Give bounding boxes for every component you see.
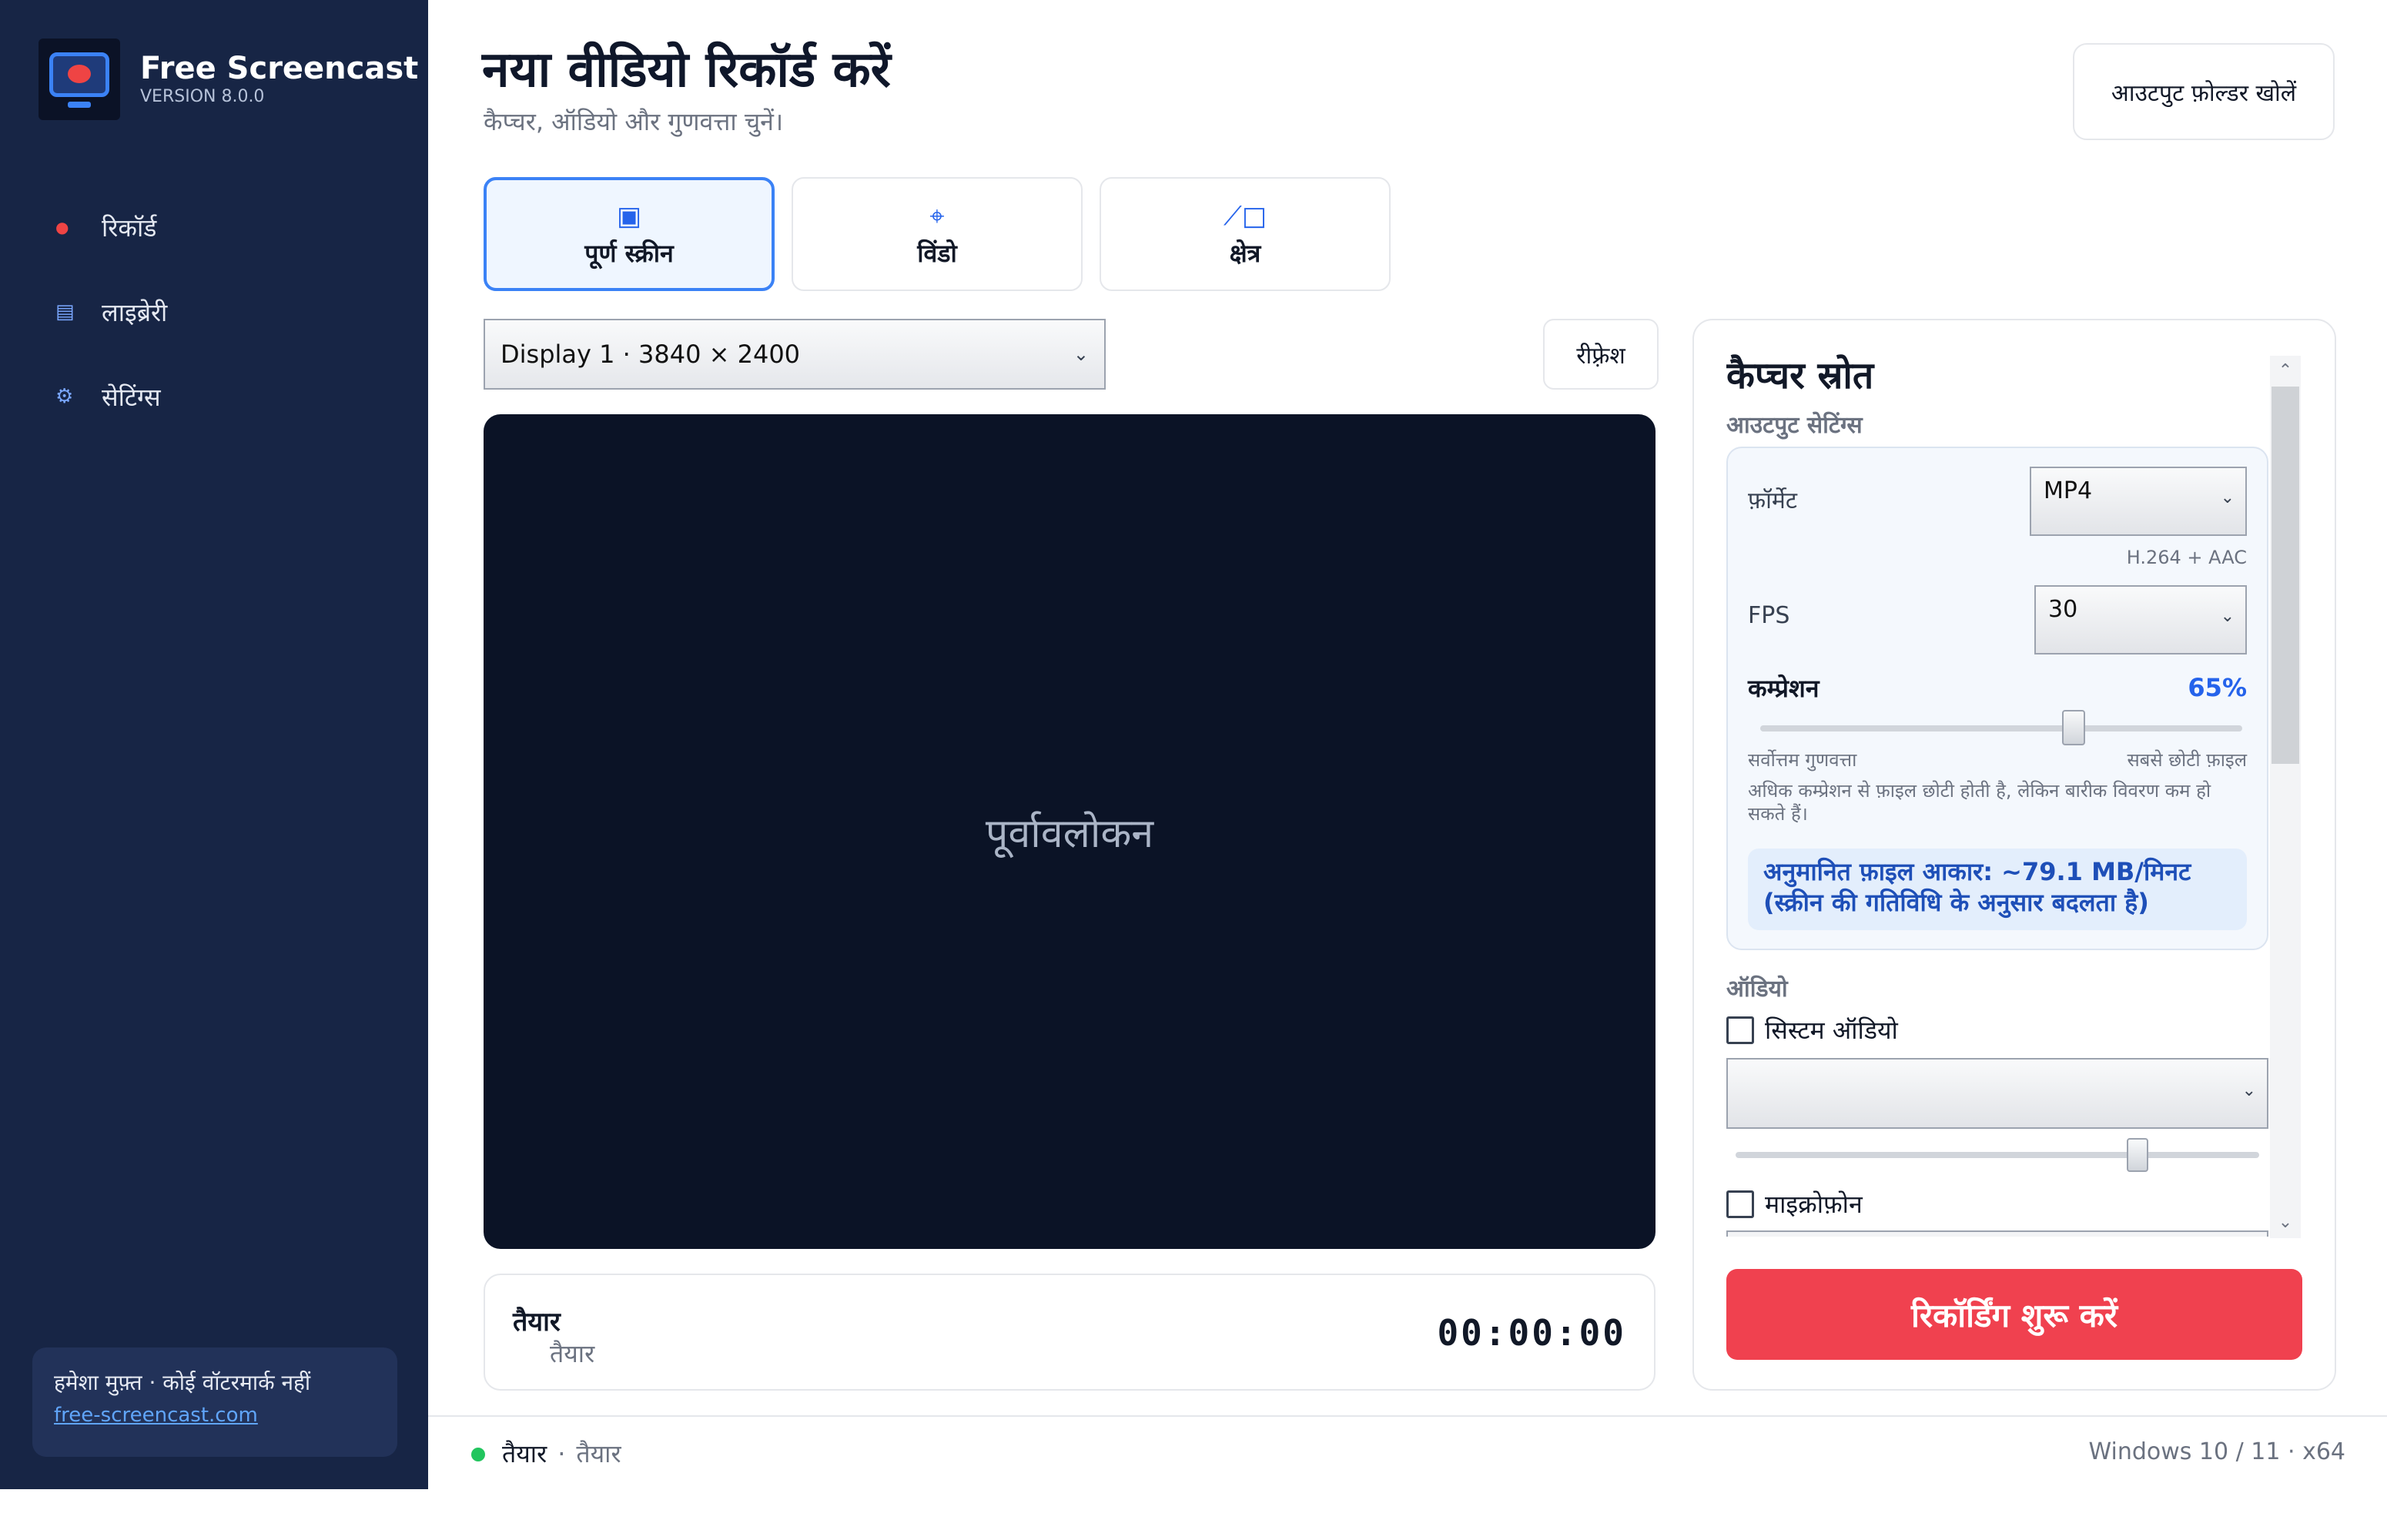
sidebar-footer: हमेशा मुफ़्त · कोई वॉटरमार्क नहीं free-s… [32,1348,397,1457]
page-title: नया वीडियो रिकॉर्ड करें [482,42,891,99]
format-select[interactable]: MP4 ⌄ [2030,467,2247,536]
estimated-size-info: अनुमानित फ़ाइल आकार: ~79.1 MB/मिनट (स्क्… [1748,849,2247,930]
compression-max-label: सबसे छोटी फ़ाइल [2127,749,2247,771]
record-dot-icon: ● [55,218,69,236]
display-select[interactable]: Display 1 · 3840 × 2400 ⌄ [484,319,1106,390]
status-bar: तैयार · तैयार Windows 10 / 11 · x64 [428,1415,2387,1489]
mode-label: पूर्ण स्क्रीन [584,238,674,268]
recording-timer: 00:00:00 [1437,1312,1626,1354]
refresh-button[interactable]: रीफ़्रेश [1543,319,1659,390]
preview-area: पूर्वावलोकन [484,414,1656,1249]
chevron-down-icon: ⌄ [2220,607,2235,626]
fullscreen-icon: ▣ [616,200,642,232]
sidebar-item-library[interactable]: ▤ लाइब्रेरी [55,270,167,354]
system-audio-row[interactable]: सिस्टम ऑडियो [1726,1013,1898,1046]
status-state: तैयार [502,1439,547,1468]
status-text: तैयार · तैयार [502,1439,621,1468]
preview-label: पूर्वावलोकन [985,810,1154,857]
system-audio-checkbox[interactable] [1726,1016,1754,1044]
crosshair-icon: ⌖ [929,200,945,232]
app-window: Free Screencast VERSION 8.0.0 ● रिकॉर्ड … [0,0,2387,1489]
display-select-value: Display 1 · 3840 × 2400 [500,340,801,369]
microphone-label: माइक्रोफ़ोन [1765,1190,1863,1219]
status-title: तैयार [513,1307,561,1337]
mode-region[interactable]: ⟋□ क्षेत्र [1100,177,1391,291]
footer-link[interactable]: free-screencast.com [54,1400,376,1431]
scroll-down-icon[interactable]: ⌄ [2270,1207,2301,1238]
status-indicator-icon [471,1448,485,1461]
sidebar-item-label: लाइब्रेरी [102,297,168,327]
fps-label: FPS [1748,602,1790,629]
mode-label: विंडो [917,238,957,268]
fps-select[interactable]: 30 ⌄ [2034,585,2247,654]
compression-min-label: सर्वोत्तम गुणवत्ता [1748,749,1857,771]
format-value: MP4 [2044,477,2093,504]
sidebar: Free Screencast VERSION 8.0.0 ● रिकॉर्ड … [0,0,428,1489]
sidebar-item-settings[interactable]: ⚙ सेटिंग्स [55,354,167,439]
sidebar-item-label: सेटिंग्स [102,382,161,412]
compression-note: अधिक कम्प्रेशन से फ़ाइल छोटी होती है, ले… [1748,780,2211,825]
status-subtitle: तैयार [550,1339,595,1368]
system-audio-volume-track[interactable] [1736,1152,2259,1158]
system-audio-volume-thumb[interactable] [2127,1138,2148,1172]
mode-label: क्षेत्र [1229,238,1261,268]
system-audio-device-select[interactable]: ⌄ [1726,1058,2268,1129]
panel-scroll-content: कैप्चर स्रोत आउटपुट सेटिंग्स फ़ॉर्मेट MP… [1726,350,2270,1237]
start-recording-button[interactable]: रिकॉर्डिंग शुरू करें [1726,1269,2302,1360]
gear-icon: ⚙ [55,385,74,408]
mode-window[interactable]: ⌖ विंडो [792,177,1083,291]
open-output-folder-button[interactable]: आउटपुट फ़ोल्डर खोलें [2073,43,2335,140]
brand: Free Screencast VERSION 8.0.0 [38,38,418,120]
app-logo-icon [38,38,120,120]
capture-mode-tabs: ▣ पूर्ण स्क्रीन ⌖ विंडो ⟋□ क्षेत्र [484,177,1391,291]
chevron-down-icon: ⌄ [1073,343,1089,365]
sidebar-item-record[interactable]: ● रिकॉर्ड [55,185,167,270]
panel-title: कैप्चर स्रोत [1726,354,1874,397]
chevron-down-icon: ⌄ [2220,488,2235,507]
scroll-up-icon[interactable]: ⌃ [2270,356,2301,387]
mode-fullscreen[interactable]: ▣ पूर्ण स्क्रीन [484,177,775,291]
format-label: फ़ॉर्मेट [1748,487,1797,514]
library-icon: ▤ [55,300,75,323]
panel-scrollbar[interactable]: ⌃ ⌄ [2270,356,2301,1238]
region-icon: ⟋□ [1224,200,1267,232]
page-subtitle: कैप्चर, ऑडियो और गुणवत्ता चुनें। [484,107,784,136]
chevron-down-icon: ⌄ [2241,1081,2256,1100]
status-card: तैयार तैयार 00:00:00 [484,1274,1656,1391]
microphone-row[interactable]: माइक्रोफ़ोन [1726,1187,1863,1220]
output-settings-label: आउटपुट सेटिंग्स [1726,412,1863,439]
main-content: नया वीडियो रिकॉर्ड करें कैप्चर, ऑडियो और… [428,0,2387,1489]
sidebar-nav: ● रिकॉर्ड ▤ लाइब्रेरी ⚙ सेटिंग्स [55,185,167,439]
system-info: Windows 10 / 11 · x64 [2088,1438,2345,1465]
microphone-checkbox[interactable] [1726,1190,1754,1218]
scrollbar-thumb[interactable] [2272,387,2299,764]
compression-slider-thumb[interactable] [2061,710,2085,745]
audio-label: ऑडियो [1726,976,1788,1003]
compression-value: 65% [2188,673,2247,702]
status-state-sub: तैयार [576,1439,621,1468]
brand-title: Free Screencast [140,51,419,86]
fps-value: 30 [2048,596,2078,623]
format-hint: H.264 + AAC [2126,547,2247,568]
compression-slider-track[interactable] [1760,725,2242,732]
output-settings-box: फ़ॉर्मेट MP4 ⌄ H.264 + AAC FPS 30 ⌄ कम्प… [1726,447,2268,950]
compression-label: कम्प्रेशन [1748,674,1820,703]
microphone-device-select[interactable] [1726,1230,2268,1237]
capture-source-panel: कैप्चर स्रोत आउटपुट सेटिंग्स फ़ॉर्मेट MP… [1692,319,2336,1391]
sidebar-item-label: रिकॉर्ड [102,213,157,243]
footer-text: हमेशा मुफ़्त · कोई वॉटरमार्क नहीं [54,1370,311,1395]
brand-version: VERSION 8.0.0 [140,87,265,106]
system-audio-label: सिस्टम ऑडियो [1765,1016,1898,1045]
